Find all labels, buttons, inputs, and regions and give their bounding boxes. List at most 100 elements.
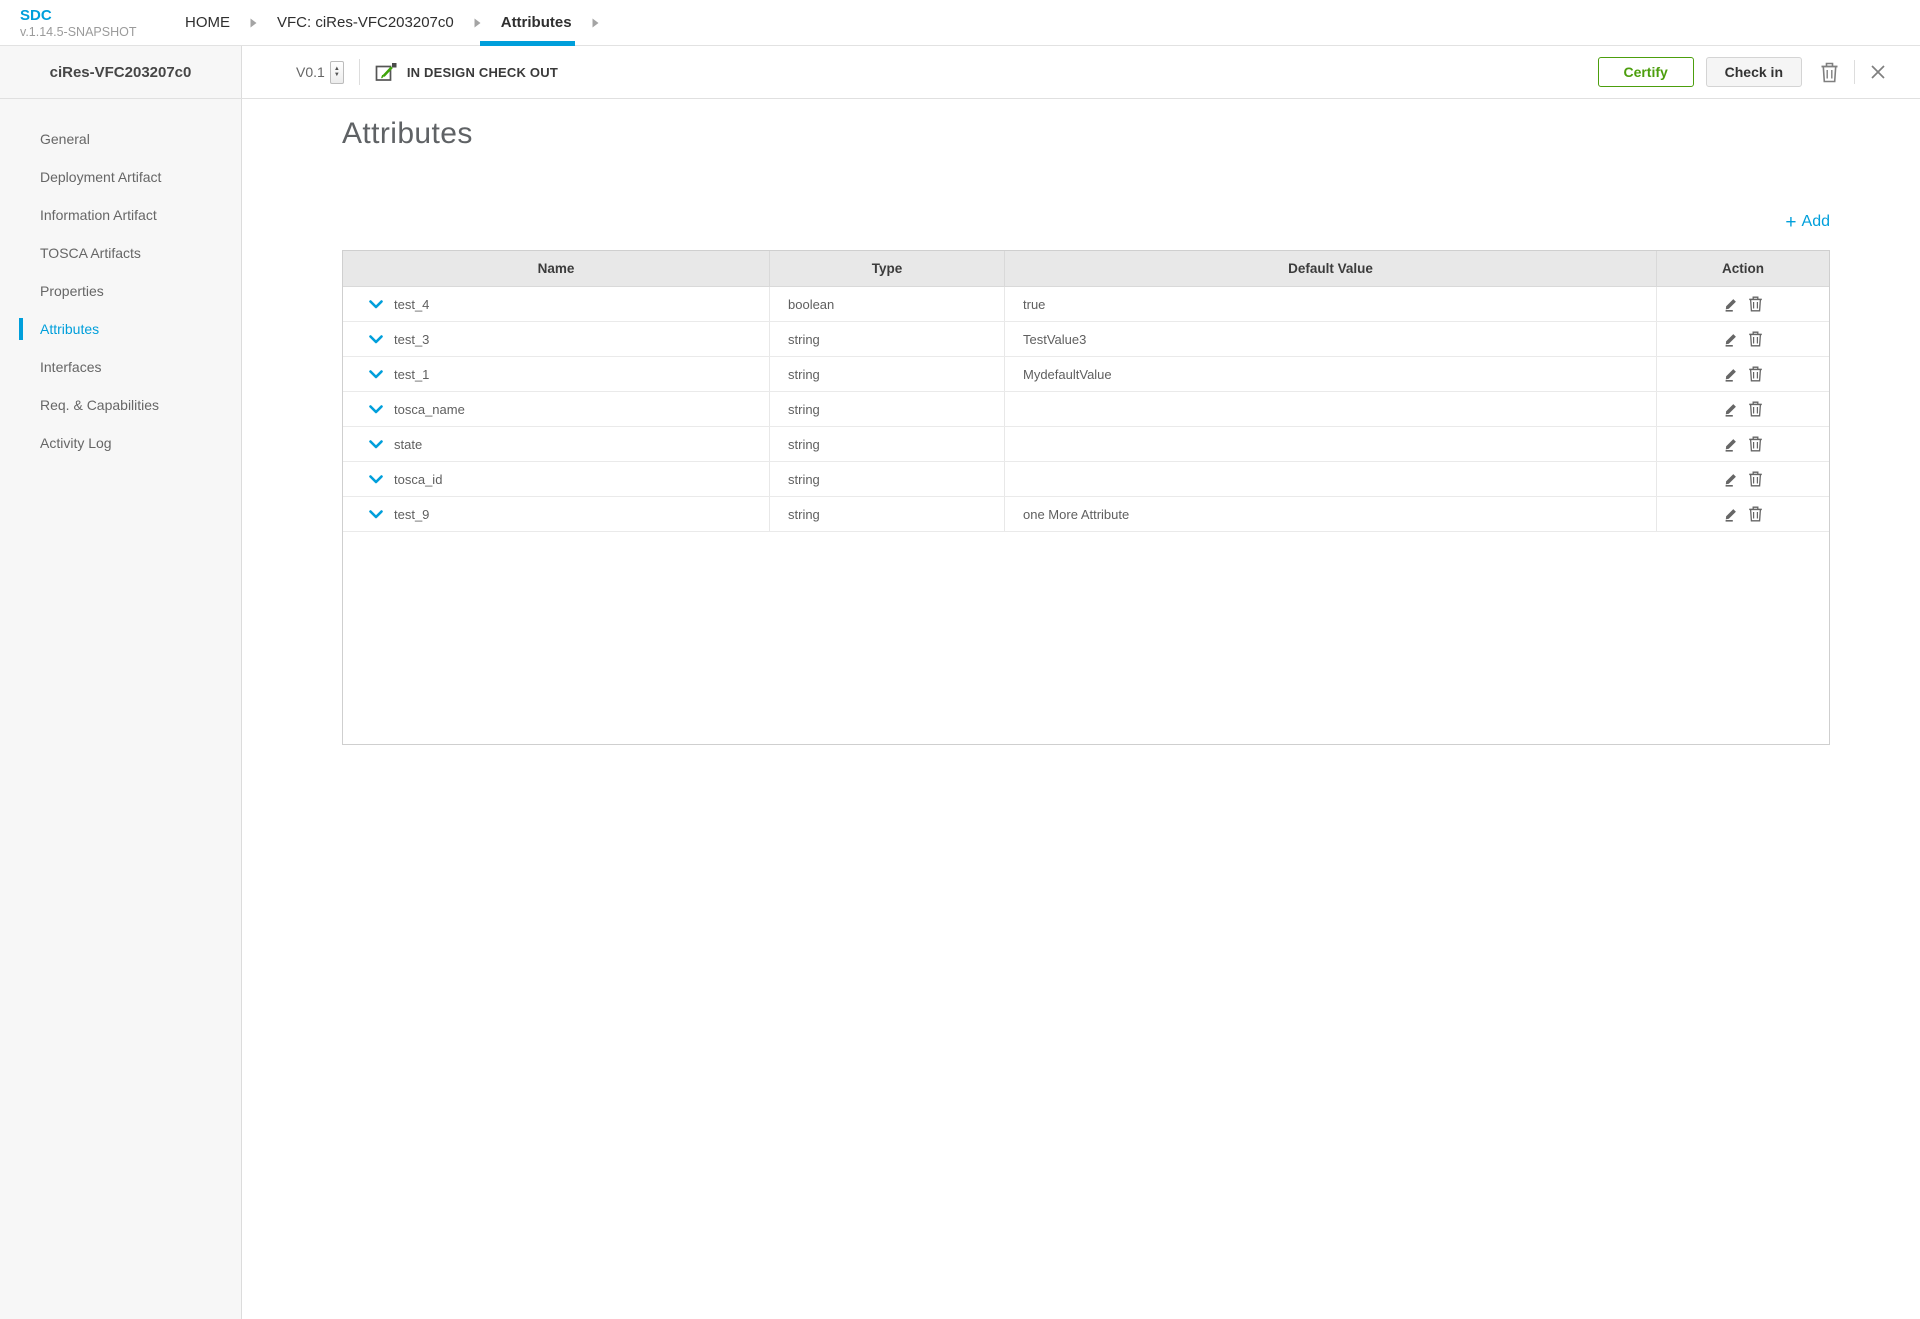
sidebar-nav: General Deployment Artifact Information … bbox=[0, 99, 242, 1319]
sidebar-item-activity-log[interactable]: Activity Log bbox=[0, 424, 241, 462]
breadcrumb-arrow-icon bbox=[474, 18, 481, 28]
delete-attribute-button[interactable] bbox=[1748, 331, 1763, 347]
attribute-default-value bbox=[1004, 427, 1656, 461]
name-cell: tosca_name bbox=[343, 392, 769, 426]
attribute-type: string bbox=[769, 357, 1004, 391]
name-cell: test_1 bbox=[343, 357, 769, 391]
pencil-icon bbox=[1723, 366, 1739, 382]
delete-component-button[interactable] bbox=[1810, 62, 1849, 83]
trash-icon bbox=[1748, 436, 1763, 452]
breadcrumb-tab[interactable]: HOME bbox=[185, 0, 230, 45]
edit-attribute-button[interactable] bbox=[1723, 506, 1739, 522]
attribute-default-value: one More Attribute bbox=[1004, 497, 1656, 531]
edit-attribute-button[interactable] bbox=[1723, 401, 1739, 417]
pencil-icon bbox=[1723, 401, 1739, 417]
edit-attribute-button[interactable] bbox=[1723, 296, 1739, 312]
delete-attribute-button[interactable] bbox=[1748, 471, 1763, 487]
column-header: Default Value bbox=[1004, 251, 1656, 286]
toolbar: ciRes-VFC203207c0 V0.1 ▲ ▼ IN DESIGN CHE… bbox=[0, 46, 1920, 99]
sidebar-item-tosca-artifacts[interactable]: TOSCA Artifacts bbox=[0, 234, 241, 272]
edit-attribute-button[interactable] bbox=[1723, 331, 1739, 347]
breadcrumb-tab[interactable]: Attributes bbox=[479, 0, 575, 46]
app-logo-text: SDC bbox=[20, 7, 52, 24]
toolbar-divider bbox=[1854, 60, 1855, 84]
delete-attribute-button[interactable] bbox=[1748, 506, 1763, 522]
action-cell bbox=[1656, 322, 1829, 356]
attribute-name: test_9 bbox=[394, 506, 430, 522]
trash-icon bbox=[1748, 366, 1763, 382]
name-cell: test_4 bbox=[343, 287, 769, 321]
name-cell: test_9 bbox=[343, 497, 769, 531]
page-title: Attributes bbox=[342, 117, 473, 150]
trash-icon bbox=[1748, 506, 1763, 522]
toolbar-divider bbox=[358, 59, 360, 85]
delete-attribute-button[interactable] bbox=[1748, 296, 1763, 312]
pencil-icon bbox=[1723, 296, 1739, 312]
main-content: Attributes + Add Name Type Default Value… bbox=[242, 99, 1920, 1319]
sidebar-item-req-capabilities[interactable]: Req. & Capabilities bbox=[0, 386, 241, 424]
edit-attribute-button[interactable] bbox=[1723, 366, 1739, 382]
caret-down-icon: ▼ bbox=[333, 72, 340, 78]
attribute-name: test_1 bbox=[394, 366, 430, 382]
delete-attribute-button[interactable] bbox=[1748, 401, 1763, 417]
attribute-name: tosca_id bbox=[394, 471, 443, 487]
trash-icon bbox=[1748, 296, 1763, 312]
sidebar-item-general[interactable]: General bbox=[0, 120, 241, 158]
edit-attribute-button[interactable] bbox=[1723, 436, 1739, 452]
breadcrumb-tab[interactable]: VFC: ciRes-VFC203207c0 bbox=[277, 0, 454, 45]
pencil-icon bbox=[1723, 331, 1739, 347]
close-button[interactable] bbox=[1860, 64, 1896, 80]
sidebar-item-properties[interactable]: Properties bbox=[0, 272, 241, 310]
trash-icon bbox=[1748, 401, 1763, 417]
column-header: Type bbox=[769, 251, 1004, 286]
table-row: state string bbox=[343, 427, 1829, 462]
table-header-row: Name Type Default Value Action bbox=[343, 251, 1829, 287]
add-attribute-button[interactable]: + Add bbox=[1785, 213, 1830, 232]
attribute-name: state bbox=[394, 436, 423, 452]
sidebar-item-attributes[interactable]: Attributes bbox=[0, 310, 241, 348]
sidebar-item-interfaces[interactable]: Interfaces bbox=[0, 348, 241, 386]
table-row: test_9 string one More Attribute bbox=[343, 497, 1829, 532]
expand-chevron-down-icon[interactable] bbox=[369, 369, 383, 379]
expand-chevron-down-icon[interactable] bbox=[369, 334, 383, 344]
name-cell: test_3 bbox=[343, 322, 769, 356]
certify-button[interactable]: Certify bbox=[1597, 57, 1694, 87]
expand-chevron-down-icon[interactable] bbox=[369, 474, 383, 484]
sidebar-item-information-artifact[interactable]: Information Artifact bbox=[0, 196, 241, 234]
action-cell bbox=[1656, 462, 1829, 496]
table-row: test_4 boolean true bbox=[343, 287, 1829, 322]
app-logo: SDC v.1.14.5-SNAPSHOT bbox=[20, 7, 136, 40]
table-empty-area bbox=[343, 532, 1829, 744]
breadcrumb-arrow-icon bbox=[250, 18, 257, 28]
name-cell: tosca_id bbox=[343, 462, 769, 496]
attribute-name: test_4 bbox=[394, 296, 430, 312]
column-header: Action bbox=[1656, 251, 1829, 286]
action-cell bbox=[1656, 287, 1829, 321]
expand-chevron-down-icon[interactable] bbox=[369, 404, 383, 414]
expand-chevron-down-icon[interactable] bbox=[369, 439, 383, 449]
expand-chevron-down-icon[interactable] bbox=[369, 299, 383, 309]
checkin-button[interactable]: Check in bbox=[1705, 57, 1802, 87]
attributes-table: Name Type Default Value Action test_4 bo… bbox=[342, 250, 1830, 745]
delete-attribute-button[interactable] bbox=[1748, 436, 1763, 452]
table-toolbar: + Add bbox=[342, 211, 1830, 233]
delete-attribute-button[interactable] bbox=[1748, 366, 1763, 382]
table-body: test_4 boolean true test_3 string TestVa… bbox=[343, 287, 1829, 532]
sidebar-item-deployment-artifact[interactable]: Deployment Artifact bbox=[0, 158, 241, 196]
edit-attribute-button[interactable] bbox=[1723, 471, 1739, 487]
attribute-default-value: TestValue3 bbox=[1004, 322, 1656, 356]
toolbar-actions: Certify Check in bbox=[1597, 57, 1896, 87]
app-version-text: v.1.14.5-SNAPSHOT bbox=[20, 25, 137, 39]
table-row: tosca_name string bbox=[343, 392, 1829, 427]
attribute-type: string bbox=[769, 322, 1004, 356]
breadcrumb: HOME VFC: ciRes-VFC203207c0 Attributes bbox=[185, 0, 599, 46]
version-dropdown[interactable]: ▲ ▼ bbox=[329, 60, 344, 84]
table-row: test_3 string TestValue3 bbox=[343, 322, 1829, 357]
table-row: test_1 string MydefaultValue bbox=[343, 357, 1829, 392]
attribute-default-value bbox=[1004, 462, 1656, 496]
action-cell bbox=[1656, 392, 1829, 426]
add-label: Add bbox=[1801, 213, 1830, 230]
lifecycle-status: IN DESIGN CHECK OUT bbox=[375, 62, 558, 83]
expand-chevron-down-icon[interactable] bbox=[369, 509, 383, 519]
checkout-icon bbox=[375, 62, 397, 83]
